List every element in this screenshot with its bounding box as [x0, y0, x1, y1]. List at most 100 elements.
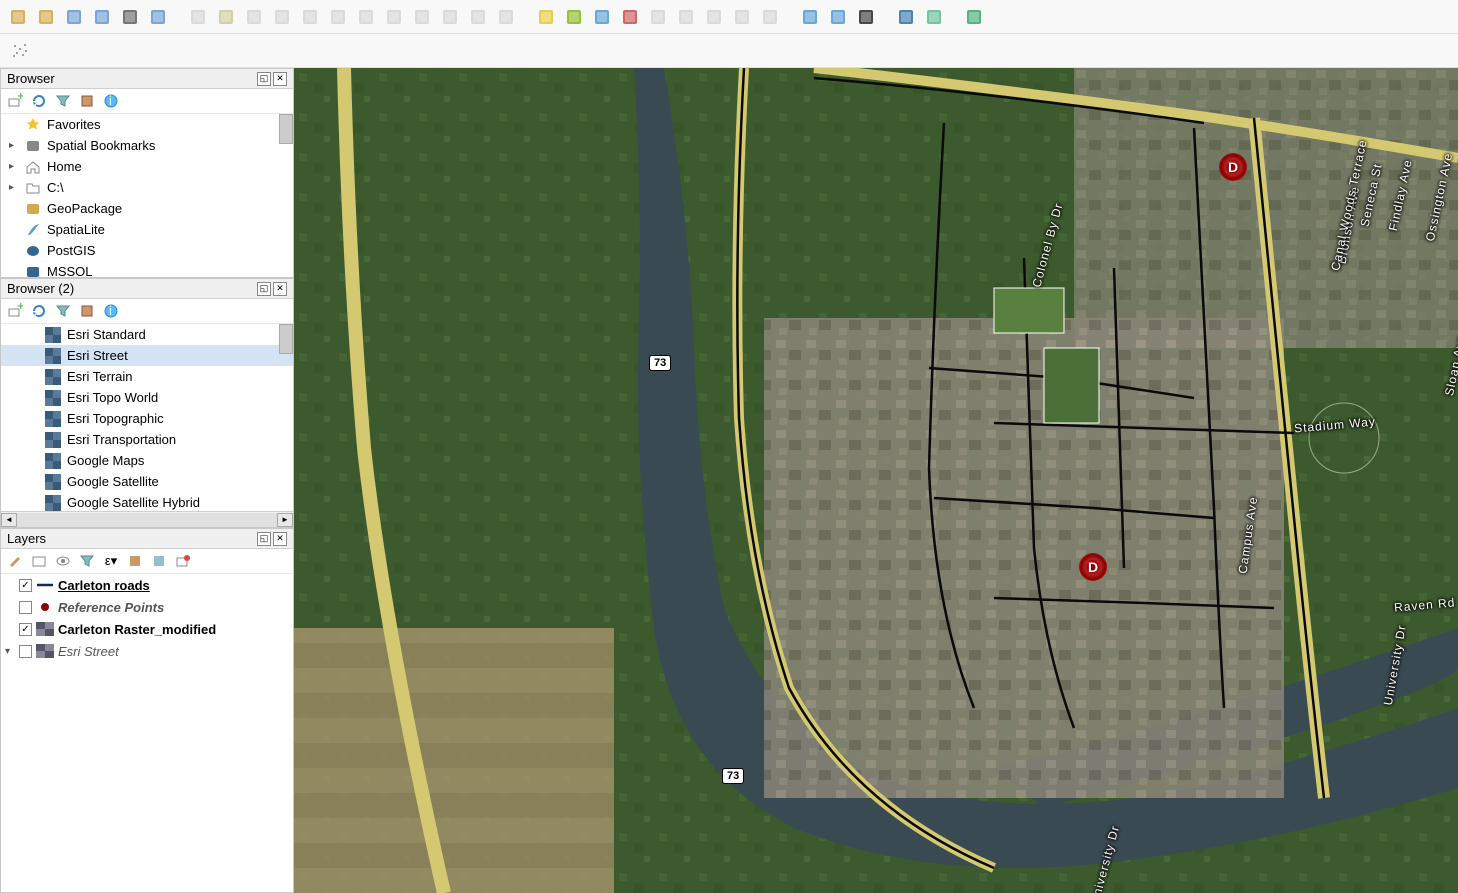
browser2-item[interactable]: Google Satellite Hybrid: [1, 492, 293, 511]
collapse-icon[interactable]: [77, 91, 97, 111]
undo-icon[interactable]: [466, 5, 490, 29]
toggle-editing-icon[interactable]: [214, 5, 238, 29]
current-edits-icon[interactable]: [186, 5, 210, 29]
node-tool-icon[interactable]: [326, 5, 350, 29]
browser-item[interactable]: Favorites: [1, 114, 293, 135]
show-labels-icon[interactable]: [674, 5, 698, 29]
layers-tree[interactable]: ✓Carleton roadsReference Points✓Carleton…: [1, 574, 293, 892]
browser-item[interactable]: GeoPackage: [1, 198, 293, 219]
scroll-left-icon[interactable]: ◄: [1, 513, 17, 527]
properties-icon[interactable]: i: [101, 91, 121, 111]
browser2-item[interactable]: Esri Terrain: [1, 366, 293, 387]
add-layer-icon[interactable]: +: [5, 91, 25, 111]
browser2-panel: Browser (2) ◱ ✕ + i Esri StandardEsri St…: [0, 278, 294, 528]
tree-item-label: Favorites: [47, 117, 100, 132]
copy-icon[interactable]: [410, 5, 434, 29]
new-spatialite-icon[interactable]: [90, 5, 114, 29]
layer-checkbox[interactable]: ✓: [19, 623, 32, 636]
metasearch-icon[interactable]: [798, 5, 822, 29]
browser-toolbar: + i: [1, 89, 293, 114]
open-data-source-icon[interactable]: [6, 5, 30, 29]
browser2-item[interactable]: Esri Street: [1, 345, 293, 366]
add-group-icon[interactable]: [29, 551, 49, 571]
new-virtual-layer-icon[interactable]: [146, 5, 170, 29]
cut-icon[interactable]: [382, 5, 406, 29]
browser-item[interactable]: PostGIS: [1, 240, 293, 261]
layer-checkbox[interactable]: ✓: [19, 579, 32, 592]
filter-icon[interactable]: [53, 301, 73, 321]
label-tool-yellow-icon[interactable]: [534, 5, 558, 29]
save-edits-icon[interactable]: [242, 5, 266, 29]
browser2-panel-header[interactable]: Browser (2) ◱ ✕: [1, 279, 293, 299]
delete-icon[interactable]: [354, 5, 378, 29]
browser-tree[interactable]: Favorites ▸Spatial Bookmarks▸Home▸C:\GeoP…: [1, 114, 293, 277]
rotate-label-icon[interactable]: [730, 5, 754, 29]
python-console-icon[interactable]: [894, 5, 918, 29]
layer-checkbox[interactable]: [19, 645, 32, 658]
help-icon[interactable]: [962, 5, 986, 29]
browser-item[interactable]: ▸Home: [1, 156, 293, 177]
label-abc-blue-icon[interactable]: [590, 5, 614, 29]
plugin-tool-icon[interactable]: [922, 5, 946, 29]
browser-item[interactable]: SpatiaLite: [1, 219, 293, 240]
map-canvas[interactable]: Colonel By DrBronson AveCanal Woods Terr…: [294, 68, 1458, 893]
filter-legend-icon[interactable]: [77, 551, 97, 571]
layer-item[interactable]: ✓Carleton roads: [1, 574, 293, 596]
browser2-item[interactable]: Esri Topo World: [1, 387, 293, 408]
paste-icon[interactable]: [438, 5, 462, 29]
expand-all-icon[interactable]: [125, 551, 145, 571]
layers-panel-header[interactable]: Layers ◱ ✕: [1, 529, 293, 549]
collapse-all-icon[interactable]: [149, 551, 169, 571]
filter-icon[interactable]: [53, 91, 73, 111]
scrollbar-thumb[interactable]: [279, 324, 293, 354]
layer-item[interactable]: Reference Points: [1, 596, 293, 618]
scatter-tool-icon[interactable]: [8, 39, 32, 63]
collapse-icon[interactable]: [77, 301, 97, 321]
tree-item-label: PostGIS: [47, 243, 95, 258]
web-tool-2-icon[interactable]: [826, 5, 850, 29]
scroll-track[interactable]: [17, 513, 277, 527]
change-label-icon[interactable]: [758, 5, 782, 29]
browser2-item[interactable]: Google Satellite: [1, 471, 293, 492]
layer-item[interactable]: ✓Carleton Raster_modified: [1, 618, 293, 640]
browser-item[interactable]: MSSOL: [1, 261, 293, 277]
diagram-tool-icon[interactable]: [562, 5, 586, 29]
browser2-item[interactable]: Esri Transportation: [1, 429, 293, 450]
close-icon[interactable]: ✕: [273, 532, 287, 546]
move-feature-icon[interactable]: [298, 5, 322, 29]
add-feature-icon[interactable]: [270, 5, 294, 29]
expression-icon[interactable]: ε▾: [101, 551, 121, 571]
browser-item[interactable]: ▸C:\: [1, 177, 293, 198]
properties-icon[interactable]: i: [101, 301, 121, 321]
browser2-item[interactable]: Esri Standard: [1, 324, 293, 345]
browser2-item[interactable]: Google Maps: [1, 450, 293, 471]
add-layer-icon[interactable]: +: [5, 301, 25, 321]
browser-panel-header[interactable]: Browser ◱ ✕: [1, 69, 293, 89]
browser2-tree[interactable]: Esri StandardEsri StreetEsri TerrainEsri…: [1, 324, 293, 511]
browser-item[interactable]: ▸Spatial Bookmarks: [1, 135, 293, 156]
new-shapefile-icon[interactable]: [62, 5, 86, 29]
horizontal-scrollbar[interactable]: ◄ ►: [1, 511, 293, 527]
close-icon[interactable]: ✕: [273, 282, 287, 296]
style-icon[interactable]: [5, 551, 25, 571]
layer-checkbox[interactable]: [19, 601, 32, 614]
undock-icon[interactable]: ◱: [257, 282, 271, 296]
new-geopackage-icon[interactable]: [34, 5, 58, 29]
search-tool-icon[interactable]: [854, 5, 878, 29]
undock-icon[interactable]: ◱: [257, 532, 271, 546]
scrollbar-thumb[interactable]: [279, 114, 293, 144]
layer-item[interactable]: ▾Esri Street: [1, 640, 293, 662]
refresh-icon[interactable]: [29, 301, 49, 321]
pin-labels-icon[interactable]: [646, 5, 670, 29]
close-icon[interactable]: ✕: [273, 72, 287, 86]
remove-layer-icon[interactable]: [173, 551, 193, 571]
move-label-icon[interactable]: [702, 5, 726, 29]
new-memory-layer-icon[interactable]: [118, 5, 142, 29]
visibility-icon[interactable]: [53, 551, 73, 571]
refresh-icon[interactable]: [29, 91, 49, 111]
browser2-item[interactable]: Esri Topographic: [1, 408, 293, 429]
undock-icon[interactable]: ◱: [257, 72, 271, 86]
label-abc-red-icon[interactable]: [618, 5, 642, 29]
redo-icon[interactable]: [494, 5, 518, 29]
scroll-right-icon[interactable]: ►: [277, 513, 293, 527]
